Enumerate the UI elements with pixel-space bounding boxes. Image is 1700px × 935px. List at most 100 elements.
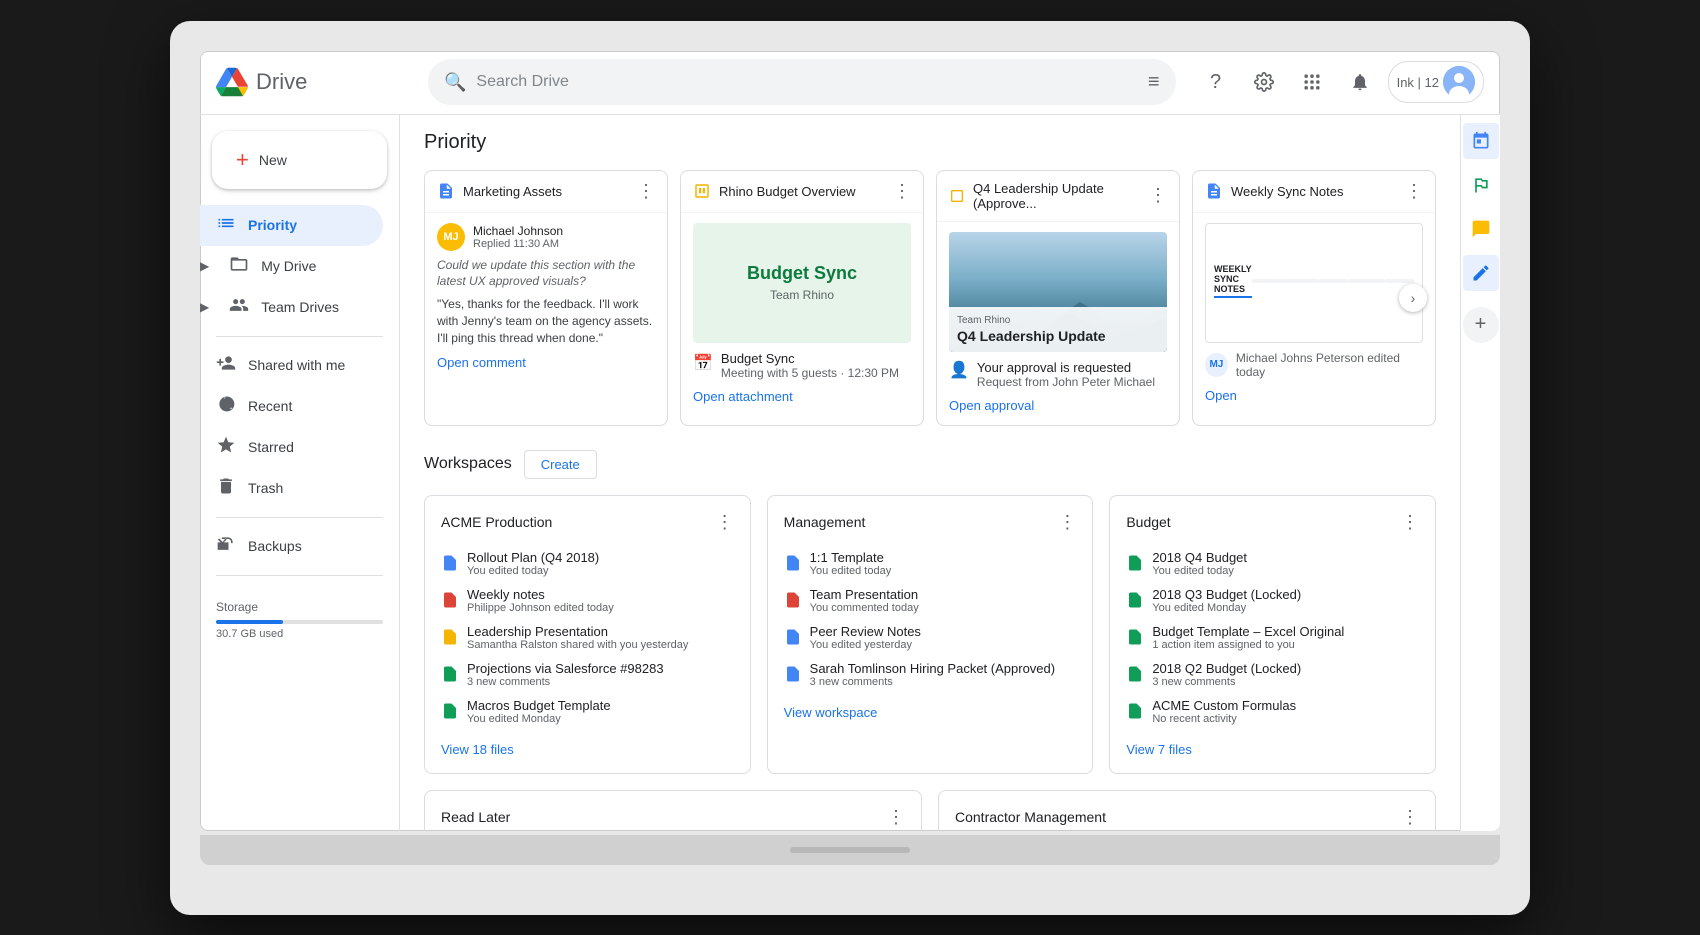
add-panel-button[interactable]: + xyxy=(1463,307,1499,343)
workspace-file[interactable]: Rollout Plan (Q4 2018) You edited today xyxy=(441,545,734,582)
xls-file-icon-5 xyxy=(1126,665,1144,683)
view-management-link[interactable]: View workspace xyxy=(784,705,1077,720)
filter-icon[interactable]: ≡ xyxy=(1148,71,1160,94)
create-workspace-button[interactable]: Create xyxy=(524,450,597,479)
workspace-file[interactable]: 2018 Q3 Budget (Locked) You edited Monda… xyxy=(1126,582,1419,619)
card-header: Marketing Assets ⋮ xyxy=(425,171,667,213)
workspace-file[interactable]: 2018 Q4 Budget You edited today xyxy=(1126,545,1419,582)
card-1-body: MJ Michael Johnson Replied 11:30 AM Coul… xyxy=(425,213,667,383)
workspace-read-later-more-icon[interactable]: ⋮ xyxy=(887,807,905,828)
right-icon-calendar[interactable] xyxy=(1463,123,1499,159)
workspace-file[interactable]: Leadership Presentation Samantha Ralston… xyxy=(441,619,734,656)
card-1-more-icon[interactable]: ⋮ xyxy=(637,181,655,202)
search-bar[interactable]: 🔍 Search Drive ≡ xyxy=(428,59,1176,105)
my-drive-icon xyxy=(229,254,249,279)
card-rhino-budget[interactable]: Rhino Budget Overview ⋮ Budget Sync Team… xyxy=(680,170,924,426)
app-name: Drive xyxy=(256,69,307,95)
card-3-preview: Team Rhino Q4 Leadership Update xyxy=(949,232,1167,352)
workspace-acme-more-icon[interactable]: ⋮ xyxy=(716,512,734,533)
doc-icon xyxy=(437,182,455,200)
workspace-file[interactable]: 1:1 Template You edited today xyxy=(784,545,1077,582)
doc-file-icon-3 xyxy=(784,628,802,646)
workspace-contractor-more-icon[interactable]: ⋮ xyxy=(1401,807,1419,828)
workspace-file[interactable]: Sarah Tomlinson Hiring Packet (Approved)… xyxy=(784,656,1077,693)
sidebar-item-shared[interactable]: Shared with me xyxy=(200,345,383,386)
card-4-more-icon[interactable]: ⋮ xyxy=(1405,181,1423,202)
sidebar-item-label-trash: Trash xyxy=(248,480,283,496)
workspace-file[interactable]: Team Presentation You commented today xyxy=(784,582,1077,619)
card-2-more-icon[interactable]: ⋮ xyxy=(893,181,911,202)
card-3-link[interactable]: Open approval xyxy=(949,398,1034,413)
my-drive-arrow-icon[interactable]: ▶ xyxy=(200,259,209,273)
card-4-body: WEEKLY SYNC NOTES › xyxy=(1193,213,1435,415)
notifications-button[interactable] xyxy=(1340,62,1380,102)
workspace-budget-name: Budget xyxy=(1126,514,1170,530)
ppt-file-icon-2 xyxy=(784,591,802,609)
workspace-file[interactable]: Macros Budget Template You edited Monday xyxy=(441,693,734,730)
workspace-file[interactable]: ACME Custom Formulas No recent activity xyxy=(1126,693,1419,730)
view-budget-files-link[interactable]: View 7 files xyxy=(1126,742,1419,757)
sidebar-divider-2 xyxy=(216,517,383,518)
card-4-link[interactable]: Open xyxy=(1205,388,1237,403)
settings-button[interactable] xyxy=(1244,62,1284,102)
sidebar-item-label-team-drives: Team Drives xyxy=(261,299,339,315)
card-weekly-sync[interactable]: Weekly Sync Notes ⋮ WEEKLY SYNC NOTES xyxy=(1192,170,1436,426)
right-icon-notes[interactable] xyxy=(1463,211,1499,247)
view-acme-files-link[interactable]: View 18 files xyxy=(441,742,734,757)
file-name: Sarah Tomlinson Hiring Packet (Approved) xyxy=(810,661,1077,676)
file-meta: 3 new comments xyxy=(1152,676,1419,688)
right-icon-edit[interactable] xyxy=(1463,255,1499,291)
card-1-link[interactable]: Open comment xyxy=(437,355,526,370)
meeting-detail: Meeting with 5 guests · 12:30 PM xyxy=(721,366,899,380)
wpl-6 xyxy=(1347,279,1385,283)
help-button[interactable]: ? xyxy=(1196,62,1236,102)
workspace-bottom-row: Read Later ⋮ Contractor Management ⋮ xyxy=(424,790,1436,831)
workspace-file[interactable]: Peer Review Notes You edited yesterday xyxy=(784,619,1077,656)
new-button[interactable]: + New xyxy=(212,131,387,189)
sidebar-item-label-priority: Priority xyxy=(248,217,297,233)
card-marketing-assets[interactable]: Marketing Assets ⋮ MJ Michael Johnson Re… xyxy=(424,170,668,426)
sidebar-item-priority[interactable]: Priority xyxy=(200,205,383,246)
sidebar-item-my-drive[interactable]: ▶ My Drive xyxy=(200,246,399,287)
card-3-more-icon[interactable]: ⋮ xyxy=(1149,185,1167,206)
workspace-management-more-icon[interactable]: ⋮ xyxy=(1058,512,1076,533)
file-name: Team Presentation xyxy=(810,587,1077,602)
card-4-header: Weekly Sync Notes ⋮ xyxy=(1193,171,1435,213)
sidebar-item-backups[interactable]: Backups xyxy=(200,526,383,567)
approval-detail: Request from John Peter Michael xyxy=(977,375,1155,389)
starred-icon xyxy=(216,435,236,460)
card-2-link[interactable]: Open attachment xyxy=(693,389,793,404)
avatar xyxy=(1443,66,1475,98)
sidebar-item-starred[interactable]: Starred xyxy=(200,427,383,468)
card-q4-leadership[interactable]: Q4 Leadership Update (Approve... ⋮ xyxy=(936,170,1180,426)
slide-file-icon xyxy=(441,628,459,646)
sidebar-item-label-starred: Starred xyxy=(248,439,294,455)
wpl-5 xyxy=(1318,279,1347,283)
apps-button[interactable] xyxy=(1292,62,1332,102)
workspace-file[interactable]: 2018 Q2 Budget (Locked) 3 new comments xyxy=(1126,656,1419,693)
workspace-file[interactable]: Weekly notes Philippe Johnson edited tod… xyxy=(441,582,734,619)
user-badge-text: Ink | 12 xyxy=(1397,75,1439,90)
workspace-file[interactable]: Budget Template – Excel Original 1 actio… xyxy=(1126,619,1419,656)
sidebar-item-recent[interactable]: Recent xyxy=(200,386,383,427)
xls-file-icon-4 xyxy=(1126,628,1144,646)
user-badge[interactable]: Ink | 12 xyxy=(1388,61,1484,103)
team-drives-arrow-icon[interactable]: ▶ xyxy=(200,300,209,314)
laptop-notch xyxy=(790,847,910,853)
workspace-read-later: Read Later ⋮ xyxy=(424,790,922,831)
right-icon-tasks[interactable] xyxy=(1463,167,1499,203)
file-name: Macros Budget Template xyxy=(467,698,734,713)
backups-icon xyxy=(216,534,236,559)
sidebar-divider-3 xyxy=(216,575,383,576)
laptop-bottom xyxy=(200,835,1500,865)
sidebar-item-trash[interactable]: Trash xyxy=(200,468,383,509)
workspace-budget-more-icon[interactable]: ⋮ xyxy=(1401,512,1419,533)
file-name: 1:1 Template xyxy=(810,550,1077,565)
sidebar-item-label-shared: Shared with me xyxy=(248,357,345,373)
card-3-body: Team Rhino Q4 Leadership Update 👤 Your a… xyxy=(937,222,1179,425)
next-arrow-button[interactable]: › xyxy=(1399,284,1427,312)
workspace-contractor-name: Contractor Management xyxy=(955,809,1106,825)
workspace-file[interactable]: Projections via Salesforce #98283 3 new … xyxy=(441,656,734,693)
sidebar-item-team-drives[interactable]: ▶ Team Drives xyxy=(200,287,399,328)
file-meta: You commented today xyxy=(810,602,1077,614)
